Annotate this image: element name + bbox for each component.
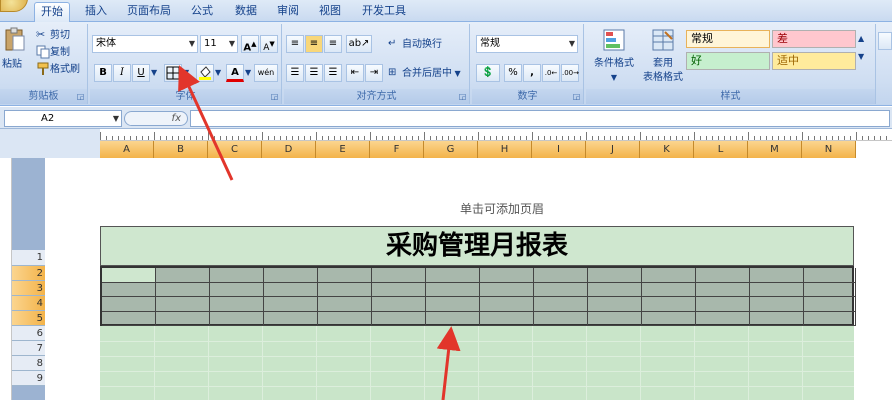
arrow-to-table-border	[436, 326, 461, 400]
annotation-arrows	[178, 65, 461, 400]
excel-window: 开始 插入 页面布局 公式 数据 审阅 视图 开发工具 粘贴 ✂ 剪切 复制 格…	[0, 0, 892, 400]
arrow-to-borders-button	[178, 65, 234, 181]
